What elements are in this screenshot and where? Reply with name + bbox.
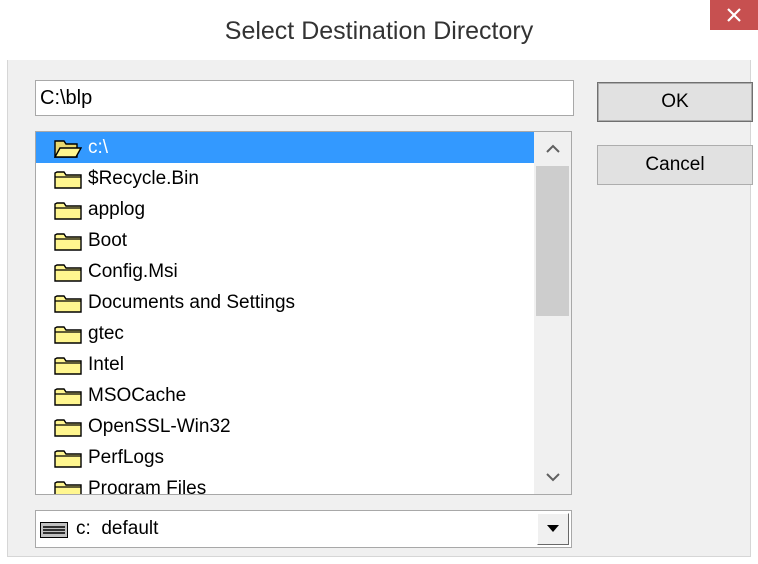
folder-icon: [54, 293, 82, 313]
vertical-scrollbar[interactable]: [534, 132, 571, 494]
folder-icon: [54, 386, 82, 406]
folder-list-item[interactable]: gtec: [36, 318, 534, 349]
folder-icon: [54, 479, 82, 494]
scroll-thumb[interactable]: [536, 166, 569, 316]
folder-list-item-label: MSOCache: [88, 384, 187, 406]
triangle-down-icon: [547, 525, 559, 532]
folder-list-item-label: applog: [88, 198, 146, 220]
folder-list-item[interactable]: PerfLogs: [36, 442, 534, 473]
folder-list-item[interactable]: OpenSSL-Win32: [36, 411, 534, 442]
chevron-up-icon: [546, 144, 560, 153]
scroll-up-button[interactable]: [534, 132, 571, 166]
folder-list-item[interactable]: Boot: [36, 225, 534, 256]
folder-list-item-label: Documents and Settings: [88, 291, 296, 313]
folder-list-item-label: OpenSSL-Win32: [88, 415, 231, 437]
drive-dropdown-button[interactable]: [537, 513, 569, 545]
drive-icon: [40, 522, 68, 538]
scroll-down-button[interactable]: [534, 460, 571, 494]
folder-list-item-label: Config.Msi: [88, 260, 178, 282]
folder-list-item[interactable]: Documents and Settings: [36, 287, 534, 318]
folder-list-item-label: c:\: [88, 136, 109, 158]
folder-list-items: c:\ $Recycle.Bin applog Boot Config.Msi Docum…: [36, 132, 534, 494]
folder-icon: [54, 355, 82, 375]
folder-list-item-label: Boot: [88, 229, 128, 251]
path-input[interactable]: [35, 80, 574, 116]
cancel-button[interactable]: Cancel: [597, 145, 753, 185]
folder-list-item[interactable]: Intel: [36, 349, 534, 380]
folder-list-item-label: $Recycle.Bin: [88, 167, 199, 189]
ok-button[interactable]: OK: [597, 82, 753, 122]
folder-icon: [54, 200, 82, 220]
folder-list-item-label: gtec: [88, 322, 124, 344]
folder-icon: [54, 324, 82, 344]
folder-list-item[interactable]: Config.Msi: [36, 256, 534, 287]
window-title: Select Destination Directory: [224, 17, 534, 45]
folder-icon: [54, 448, 82, 468]
close-button[interactable]: [710, 0, 758, 30]
folder-list-item-label: Program Files: [88, 477, 207, 495]
open-folder-icon: [53, 138, 83, 158]
folder-list[interactable]: c:\ $Recycle.Bin applog Boot Config.Msi Docum…: [35, 131, 572, 495]
drive-select[interactable]: c: default: [35, 510, 572, 548]
chevron-down-icon: [546, 473, 560, 482]
folder-icon: [54, 169, 82, 189]
folder-list-item-label: Intel: [88, 353, 124, 375]
folder-icon: [54, 417, 82, 437]
folder-list-item[interactable]: applog: [36, 194, 534, 225]
close-icon: [727, 8, 741, 22]
folder-list-item[interactable]: Program Files: [36, 473, 534, 494]
title-bar: Select Destination Directory: [0, 0, 758, 60]
folder-list-item[interactable]: $Recycle.Bin: [36, 163, 534, 194]
folder-icon: [54, 262, 82, 282]
folder-list-item[interactable]: MSOCache: [36, 380, 534, 411]
folder-icon: [54, 231, 82, 251]
drive-select-value: c: default: [76, 518, 159, 539]
folder-list-item-label: PerfLogs: [88, 446, 165, 468]
folder-list-item[interactable]: c:\: [36, 132, 534, 163]
